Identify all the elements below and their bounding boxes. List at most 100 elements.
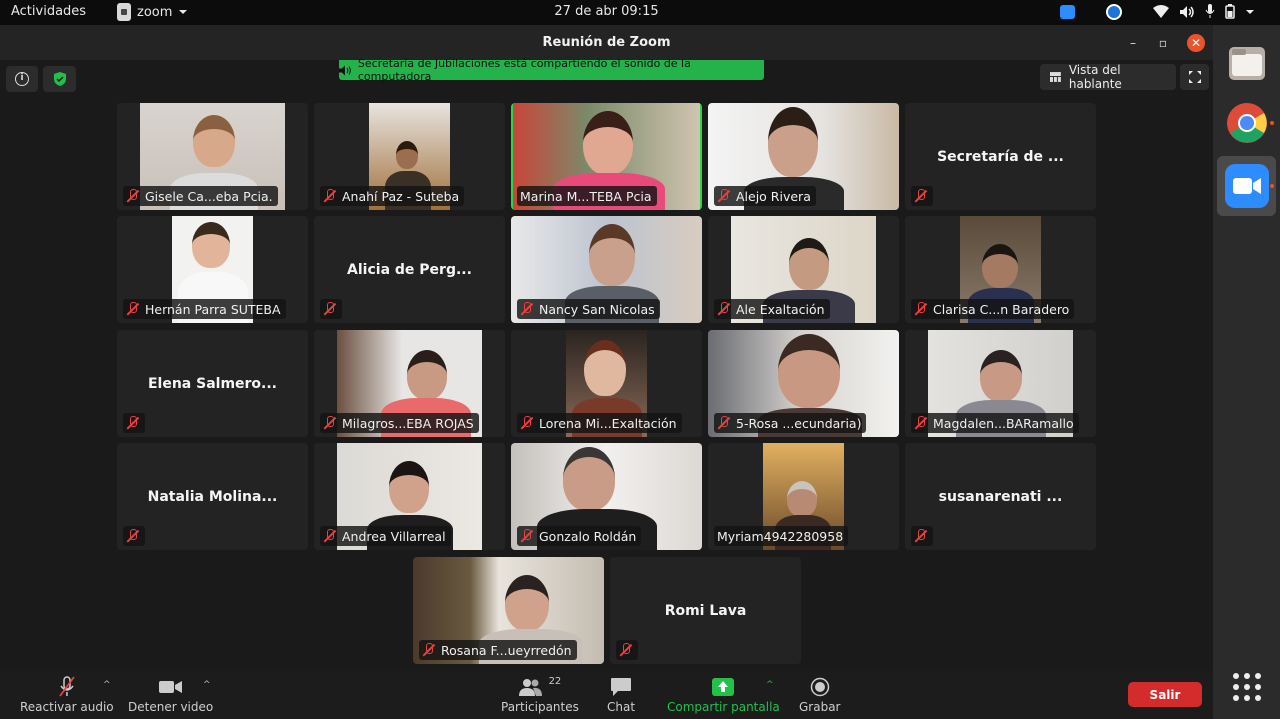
apps-grid-icon [1232, 673, 1261, 701]
dock-item-files[interactable] [1217, 33, 1276, 93]
participant-name-badge: Hernán Parra SUTEBA [123, 299, 286, 319]
video-camera-icon [158, 681, 182, 693]
participant-tile-active-speaker[interactable]: Marina M...TEBA Pcia [511, 103, 702, 210]
participant-name-badge: Andrea Villarreal [320, 526, 451, 546]
chat-button[interactable]: Chat [607, 677, 635, 714]
muted-microphone-icon [717, 189, 731, 203]
system-tray[interactable] [1153, 4, 1255, 19]
stop-video-label: Detener video [128, 700, 214, 714]
participant-name: Marina M...TEBA Pcia [520, 188, 652, 204]
stop-video-button[interactable]: Detener video [128, 677, 213, 714]
meeting-area: i Secretaría de Jubilaciones está compar… [0, 57, 1213, 671]
participant-tile[interactable]: Romi Lava [610, 557, 801, 664]
participant-name: Myriam4942280958 [717, 528, 844, 544]
participant-tile[interactable]: Hernán Parra SUTEBA [117, 216, 308, 323]
window-title-bar[interactable]: Reunión de Zoom – ▫ ✕ [0, 25, 1213, 60]
participant-name: Elena Salmero... [147, 376, 278, 392]
application-dock [1213, 25, 1280, 719]
participant-name: Rosana F...ueyrredón [441, 642, 572, 658]
maximize-button[interactable]: ▫ [1154, 34, 1172, 52]
participant-tile[interactable]: Clarisa C...n Baradero [905, 216, 1096, 323]
participant-tile[interactable]: Lorena Mi...Exaltación [511, 330, 702, 437]
participant-tile[interactable]: Andrea Villarreal [314, 443, 505, 550]
dock-item-chrome[interactable] [1217, 93, 1276, 153]
shield-icon [53, 72, 66, 86]
share-screen-button[interactable]: Compartir pantalla [667, 677, 780, 714]
participant-name-badge: Magdalen...BARamallo [911, 413, 1079, 433]
muted-microphone-icon [520, 302, 534, 316]
muted-microphone-icon [520, 416, 534, 430]
participant-name: 5-Rosa ...ecundaria) [736, 415, 862, 431]
participant-tile[interactable]: Natalia Molina... [117, 443, 308, 550]
zoom-tray-icon[interactable] [1060, 5, 1075, 19]
participant-name-badge [911, 186, 933, 206]
encryption-button[interactable] [43, 66, 76, 92]
unmute-button[interactable]: Reactivar audio [20, 676, 114, 714]
share-options-caret[interactable]: ^ [766, 680, 774, 690]
participant-name-badge [320, 299, 342, 319]
fullscreen-icon [1188, 71, 1201, 83]
teamviewer-tray-icon[interactable] [1106, 4, 1122, 20]
participant-tile[interactable]: Secretaría de ... [905, 103, 1096, 210]
running-indicator [1270, 184, 1274, 188]
muted-microphone-icon [717, 302, 731, 316]
participant-tile[interactable]: Magdalen...BARamallo [905, 330, 1096, 437]
audio-options-caret[interactable]: ^ [103, 680, 111, 690]
muted-microphone-icon [323, 189, 337, 203]
volume-icon [1180, 5, 1194, 18]
dock-item-zoom[interactable] [1217, 156, 1276, 216]
system-clock[interactable]: 27 de abr 09:15 [0, 4, 1213, 19]
window-title: Reunión de Zoom [542, 35, 671, 50]
muted-microphone-icon [717, 416, 731, 430]
minimize-button[interactable]: – [1124, 34, 1142, 52]
meeting-info-button[interactable]: i [6, 66, 38, 92]
participant-name: Clarisa C...n Baradero [933, 301, 1070, 317]
muted-microphone-icon [126, 189, 140, 203]
info-icon: i [15, 72, 29, 86]
participant-tile[interactable]: Milagros...EBA ROJAS [314, 330, 505, 437]
muted-microphone-icon [126, 302, 140, 316]
participant-tile[interactable]: Alicia de Perg... [314, 216, 505, 323]
view-mode-label: Vista del hablante [1068, 63, 1122, 91]
grid-view-icon [1050, 72, 1061, 82]
participant-tile[interactable]: Gisele Ca...eba Pcia. [117, 103, 308, 210]
muted-microphone-icon [520, 529, 534, 543]
participant-name-badge: Lorena Mi...Exaltación [517, 413, 682, 433]
fullscreen-button[interactable] [1180, 64, 1209, 90]
participant-tile[interactable]: susanarenati ... [905, 443, 1096, 550]
audio-share-banner: Secretaría de Jubilaciones está comparti… [339, 57, 764, 83]
participant-name-badge [616, 640, 638, 660]
participants-icon [518, 679, 542, 696]
participant-tile[interactable]: Alejo Rivera [708, 103, 899, 210]
participant-name-badge: Myriam4942280958 [714, 526, 849, 546]
video-options-caret[interactable]: ^ [203, 680, 211, 690]
participant-tile[interactable]: Rosana F...ueyrredón [413, 557, 604, 664]
microphone-icon [1205, 4, 1215, 18]
participant-name-badge: 5-Rosa ...ecundaria) [714, 413, 867, 433]
participant-name: Magdalen...BARamallo [933, 415, 1074, 431]
show-applications-button[interactable] [1217, 657, 1276, 717]
close-button[interactable]: ✕ [1187, 34, 1205, 52]
participant-name-badge: Gisele Ca...eba Pcia. [123, 186, 278, 206]
participant-name: Gonzalo Roldán [539, 528, 637, 544]
participant-name-badge: Ale Exaltación [714, 299, 830, 319]
participant-tile[interactable]: Myriam4942280958 [708, 443, 899, 550]
participant-name: Romi Lava [664, 603, 747, 619]
muted-microphone-icon [323, 529, 337, 543]
participants-button[interactable]: 22 Participantes [501, 676, 579, 715]
muted-microphone-icon [126, 529, 140, 543]
participant-tile[interactable]: 5-Rosa ...ecundaria) [708, 330, 899, 437]
participant-tile[interactable]: Ale Exaltación [708, 216, 899, 323]
share-screen-icon [712, 678, 735, 696]
participant-tile[interactable]: Anahí Paz - Suteba [314, 103, 505, 210]
view-mode-button[interactable]: Vista del hablante [1040, 63, 1176, 91]
record-button[interactable]: Grabar [799, 677, 841, 714]
participant-tile[interactable]: Elena Salmero... [117, 330, 308, 437]
participant-tile[interactable]: Nancy San Nicolas [511, 216, 702, 323]
participant-tile[interactable]: Gonzalo Roldán [511, 443, 702, 550]
chevron-down-icon [1246, 9, 1254, 14]
folder-icon [1228, 47, 1265, 80]
leave-meeting-button[interactable]: Salir [1128, 682, 1202, 707]
muted-microphone-icon [422, 643, 436, 657]
participant-name-badge: Clarisa C...n Baradero [911, 299, 1075, 319]
